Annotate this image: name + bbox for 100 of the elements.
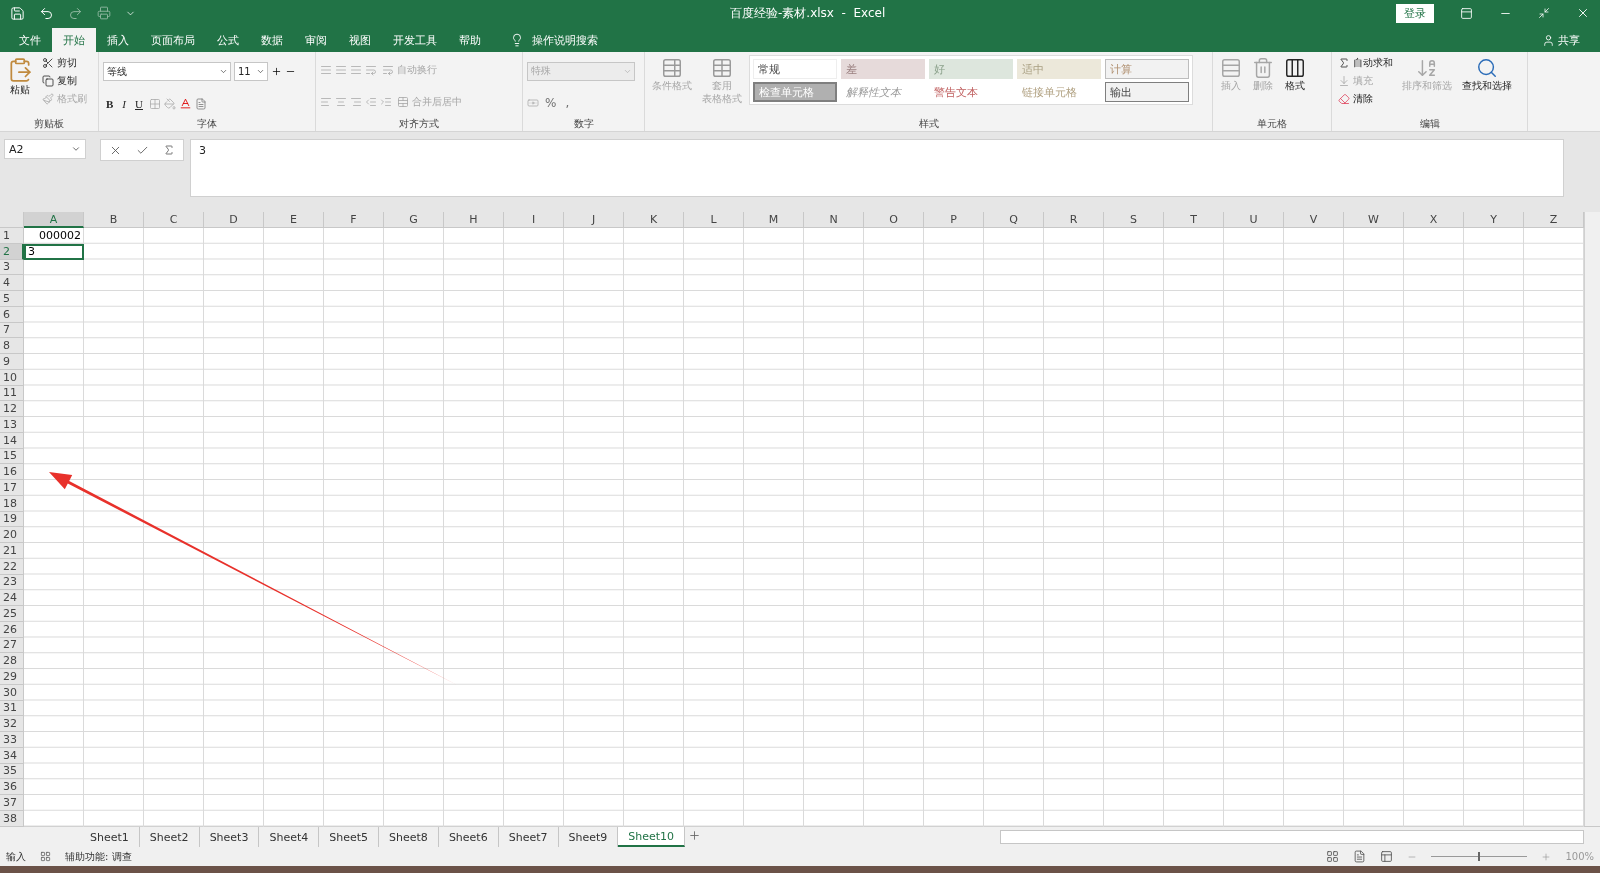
column-header[interactable]: X [1404, 212, 1464, 228]
row-header[interactable]: 9 [0, 354, 24, 370]
column-header[interactable]: U [1224, 212, 1284, 228]
row-header[interactable]: 37 [0, 795, 24, 811]
page-break-icon[interactable] [1380, 850, 1394, 863]
column-header[interactable]: M [744, 212, 804, 228]
paste-button[interactable]: 粘贴 [4, 55, 36, 117]
row-header[interactable]: 1 [0, 228, 24, 244]
page-layout-icon[interactable] [1353, 850, 1367, 863]
indent-icon[interactable] [380, 96, 392, 108]
column-header[interactable]: E [264, 212, 324, 228]
row-header[interactable]: 21 [0, 543, 24, 559]
row-header[interactable]: 5 [0, 291, 24, 307]
row-header[interactable]: 24 [0, 590, 24, 606]
vertical-scrollbar[interactable] [1584, 212, 1600, 826]
menu-tab[interactable]: 审阅 [294, 28, 338, 52]
align-center-icon[interactable] [335, 96, 347, 108]
menu-tab[interactable]: 帮助 [448, 28, 492, 52]
zoom-in-icon[interactable] [1541, 851, 1552, 862]
menu-tab[interactable]: 开发工具 [382, 28, 448, 52]
fill-color-icon[interactable] [163, 97, 176, 110]
clipboard-button[interactable]: 剪切 [40, 55, 89, 71]
row-header[interactable]: 8 [0, 338, 24, 354]
menu-tab[interactable]: 文件 [8, 28, 52, 52]
column-header[interactable]: R [1044, 212, 1104, 228]
row-header[interactable]: 16 [0, 464, 24, 480]
accessibility-status[interactable]: 辅助功能: 调查 [65, 849, 132, 864]
login-button[interactable]: 登录 [1396, 3, 1434, 23]
clipboard-button[interactable]: 复制 [40, 73, 89, 89]
menu-tab[interactable]: 数据 [250, 28, 294, 52]
column-header[interactable]: K [624, 212, 684, 228]
editing-button[interactable]: 自动求和 [1336, 55, 1395, 71]
name-box[interactable]: A2 [4, 139, 86, 159]
menu-tab[interactable]: 插入 [96, 28, 140, 52]
column-header[interactable]: Y [1464, 212, 1524, 228]
zoom-thumb[interactable] [1478, 852, 1481, 861]
font-color-icon[interactable] [178, 97, 192, 110]
save-icon[interactable] [10, 5, 25, 21]
tell-me-search[interactable]: 操作说明搜索 [504, 28, 604, 52]
column-header[interactable]: Q [984, 212, 1044, 228]
function-icon[interactable] [163, 144, 175, 156]
row-header[interactable]: 33 [0, 732, 24, 748]
column-header[interactable]: A [24, 212, 84, 228]
row-header[interactable]: 29 [0, 669, 24, 685]
column-header[interactable]: V [1284, 212, 1344, 228]
number-format-button[interactable]: % [542, 96, 560, 111]
row-header[interactable]: 25 [0, 606, 24, 622]
number-format-button[interactable]: , [562, 96, 573, 111]
menu-tab[interactable]: 公式 [206, 28, 250, 52]
column-header[interactable]: I [504, 212, 564, 228]
row-header[interactable]: 17 [0, 480, 24, 496]
top-align-icon[interactable] [320, 64, 332, 76]
normal-view-icon[interactable] [1326, 850, 1340, 863]
sheet-tab[interactable]: Sheet10 [618, 827, 686, 847]
middle-align-icon[interactable] [335, 64, 347, 76]
ribbon-options-icon[interactable] [1460, 6, 1473, 20]
dropdown-icon[interactable] [256, 67, 265, 76]
formula-field[interactable]: 3 [190, 139, 1564, 197]
cell-style-option[interactable]: 输出 [1105, 82, 1189, 102]
menu-tab[interactable]: 开始 [52, 28, 96, 52]
cells-button[interactable]: 格式 [1281, 55, 1309, 117]
column-header[interactable]: P [924, 212, 984, 228]
restore-icon[interactable] [1538, 7, 1550, 19]
dropdown-icon[interactable] [71, 144, 81, 154]
close-icon[interactable] [1576, 6, 1590, 20]
column-header[interactable]: D [204, 212, 264, 228]
column-header[interactable]: H [444, 212, 504, 228]
undo-icon[interactable] [39, 5, 54, 21]
print-preview-icon[interactable] [97, 6, 111, 20]
menu-tab[interactable]: 视图 [338, 28, 382, 52]
column-header[interactable]: L [684, 212, 744, 228]
border-icon[interactable] [148, 97, 161, 110]
bottom-align-icon[interactable] [350, 64, 362, 76]
grow-font-icon[interactable] [271, 66, 282, 77]
menu-tab[interactable]: 页面布局 [140, 28, 206, 52]
row-header[interactable]: 28 [0, 653, 24, 669]
horizontal-scrollbar[interactable] [1000, 830, 1584, 844]
row-header[interactable]: 12 [0, 401, 24, 417]
column-header[interactable]: S [1104, 212, 1164, 228]
outdent-icon[interactable] [365, 96, 377, 108]
column-header[interactable]: F [324, 212, 384, 228]
font-style-button[interactable]: I [119, 97, 129, 110]
row-header[interactable]: 20 [0, 527, 24, 543]
editing-button[interactable]: 清除 [1336, 91, 1395, 107]
table-cell[interactable]: 000002 [24, 228, 84, 244]
share-button[interactable]: 共享 [1536, 28, 1586, 52]
column-header[interactable]: C [144, 212, 204, 228]
select-all-button[interactable] [0, 212, 24, 228]
editing-big-button[interactable]: 查找和选择 [1459, 55, 1515, 117]
font-name-field[interactable]: 等线 [103, 62, 231, 81]
column-header[interactable]: G [384, 212, 444, 228]
row-header[interactable]: 13 [0, 417, 24, 433]
column-header[interactable]: W [1344, 212, 1404, 228]
font-style-button[interactable]: B [103, 97, 117, 110]
align-right-icon[interactable] [350, 96, 362, 108]
font-style-button[interactable]: U [132, 97, 146, 110]
column-header[interactable]: Z [1524, 212, 1584, 228]
column-header[interactable]: T [1164, 212, 1224, 228]
row-header[interactable]: 36 [0, 779, 24, 795]
redo-icon[interactable] [68, 5, 83, 21]
